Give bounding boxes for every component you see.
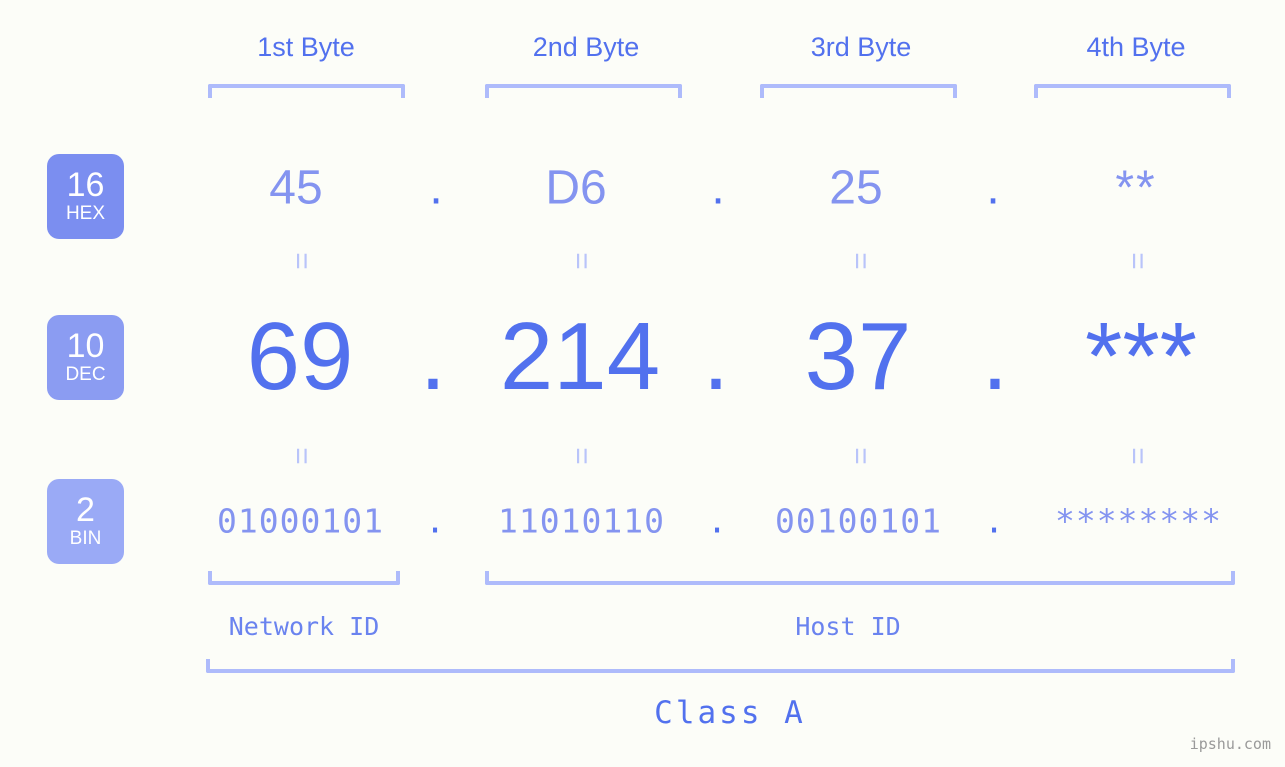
base-badge-hex: 16 HEX [47, 154, 124, 239]
hex-byte-2: D6 [545, 161, 607, 215]
hex-byte-4: ** [1115, 161, 1157, 215]
byte-header-1: 1st Byte [257, 32, 355, 62]
bin-separator-2: . [707, 501, 727, 541]
base-badge-bin-label: BIN [69, 528, 102, 549]
dec-byte-4: *** [1084, 303, 1198, 410]
class-bracket [206, 659, 1235, 673]
base-badge-hex-number: 16 [66, 166, 105, 204]
byte-bracket-1 [208, 84, 405, 98]
base-badge-bin: 2 BIN [47, 479, 124, 564]
base-badge-bin-number: 2 [76, 491, 95, 529]
dec-byte-2: 214 [499, 303, 661, 410]
host-id-bracket [485, 571, 1235, 585]
bin-byte-4: ******** [1055, 501, 1222, 541]
byte-header-4: 4th Byte [1086, 32, 1186, 62]
equals-sign-dec-bin-2: = [565, 447, 598, 465]
class-label: Class A [654, 695, 806, 731]
ip-address-breakdown-diagram: 1st Byte 2nd Byte 3rd Byte 4th Byte 16 H… [0, 0, 1285, 767]
dec-separator-3: . [981, 303, 1009, 410]
equals-sign-dec-bin-1: = [285, 447, 318, 465]
equals-sign-hex-dec-3: = [844, 252, 877, 270]
dec-byte-3: 37 [804, 303, 912, 410]
bin-byte-3: 00100101 [775, 501, 942, 541]
equals-sign-dec-bin-3: = [844, 447, 877, 465]
dec-separator-2: . [702, 303, 730, 410]
base-badge-dec: 10 DEC [47, 315, 124, 400]
base-badge-dec-number: 10 [66, 327, 105, 365]
hex-separator-1: . [429, 161, 443, 215]
hex-separator-3: . [986, 161, 1000, 215]
base-badge-dec-label: DEC [65, 364, 106, 385]
bin-byte-2: 11010110 [498, 501, 665, 541]
dec-byte-1: 69 [246, 303, 354, 410]
base-badge-hex-label: HEX [65, 203, 106, 224]
byte-header-2: 2nd Byte [532, 32, 640, 62]
equals-sign-hex-dec-1: = [285, 252, 318, 270]
hex-byte-1: 45 [269, 161, 323, 215]
equals-sign-hex-dec-2: = [565, 252, 598, 270]
host-id-label: Host ID [795, 612, 901, 641]
byte-bracket-3 [760, 84, 957, 98]
network-id-bracket [208, 571, 400, 585]
byte-bracket-2 [485, 84, 682, 98]
equals-sign-dec-bin-4: = [1121, 447, 1154, 465]
byte-bracket-4 [1034, 84, 1231, 98]
bin-byte-1: 01000101 [217, 501, 384, 541]
network-id-label: Network ID [228, 612, 380, 641]
bin-separator-3: . [984, 501, 1004, 541]
dec-separator-1: . [419, 303, 447, 410]
bin-separator-1: . [425, 501, 445, 541]
byte-header-3: 3rd Byte [810, 32, 912, 62]
hex-separator-2: . [711, 161, 725, 215]
hex-byte-3: 25 [829, 161, 883, 215]
equals-sign-hex-dec-4: = [1121, 252, 1154, 270]
site-watermark: ipshu.com [1189, 735, 1271, 753]
